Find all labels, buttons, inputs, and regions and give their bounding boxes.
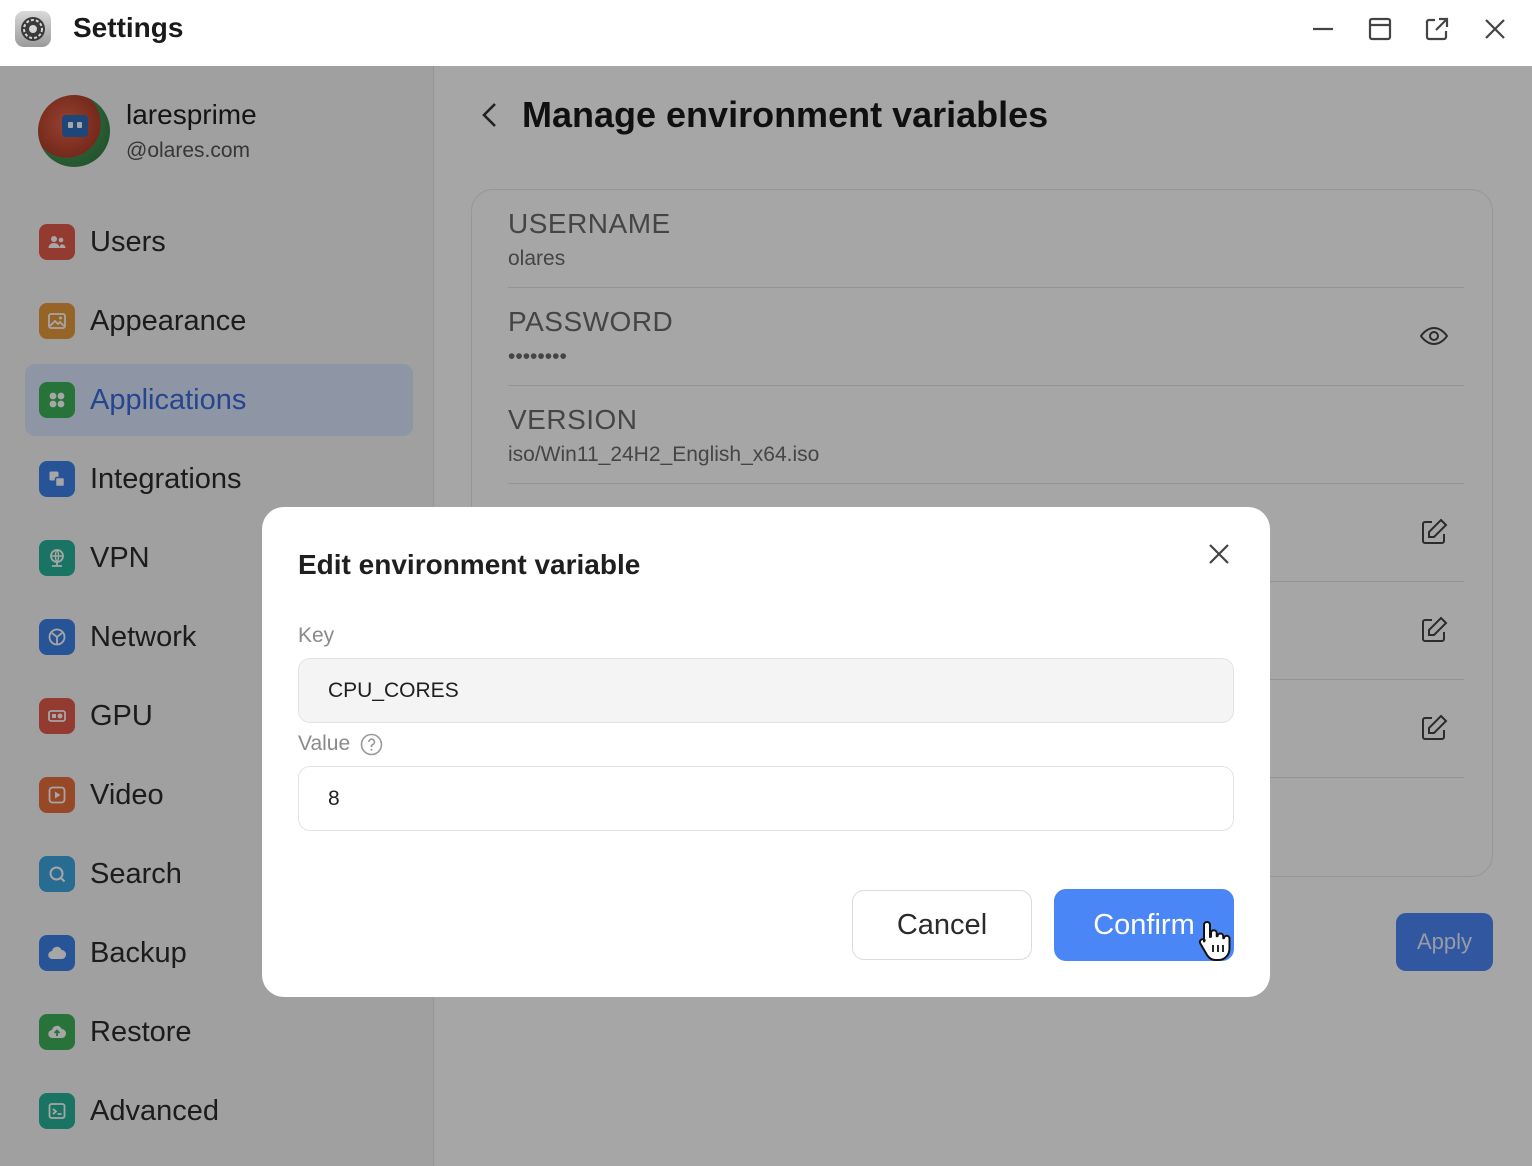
edit-env-dialog: Edit environment variable Key CPU_CORES … [262,507,1270,997]
help-icon[interactable] [360,733,383,756]
cancel-button[interactable]: Cancel [852,890,1032,960]
close-icon[interactable] [1202,537,1236,571]
settings-app-icon [15,11,51,47]
value-label: Value [298,732,351,755]
pop-out-icon[interactable] [1422,14,1452,44]
value-field[interactable]: 8 [298,766,1234,831]
value-label-row: Value [298,732,383,756]
key-label: Key [298,624,335,647]
title-bar: Settings [0,0,1532,66]
minimize-icon[interactable] [1308,14,1338,44]
dialog-title: Edit environment variable [298,549,641,580]
window-title: Settings [73,12,184,43]
maximize-icon[interactable] [1365,14,1395,44]
key-field[interactable]: CPU_CORES [298,658,1234,723]
hand-pointer-cursor-icon [1198,921,1231,961]
close-window-icon[interactable] [1480,14,1510,44]
